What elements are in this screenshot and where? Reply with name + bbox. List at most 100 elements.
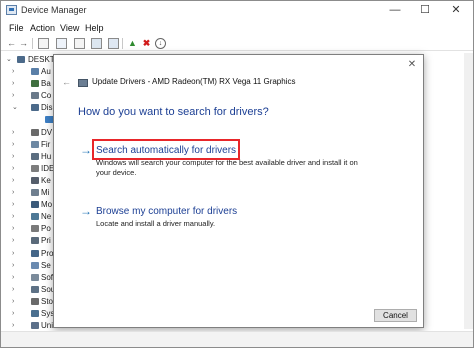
tree-item[interactable]: › Mi	[1, 187, 57, 198]
tree-item-label: Po	[41, 224, 51, 234]
tree-item[interactable]: › DV	[1, 127, 57, 138]
device-category-icon	[31, 201, 39, 209]
chevron-right-icon[interactable]: ›	[12, 199, 14, 210]
tree-item[interactable]: › Sto	[1, 296, 57, 307]
browse-computer-option[interactable]: → Browse my computer for drivers Locate …	[78, 205, 398, 231]
tree-item-label: Ne	[41, 212, 52, 222]
chevron-right-icon[interactable]: ›	[12, 127, 14, 138]
device-category-icon	[31, 164, 39, 172]
device-category-icon	[31, 152, 39, 160]
chevron-right-icon[interactable]: ›	[12, 78, 14, 89]
tree-item[interactable]: › Mo	[1, 199, 57, 210]
tree-item[interactable]: › Ne	[1, 211, 57, 222]
chevron-right-icon[interactable]: ›	[12, 187, 14, 198]
tree-item[interactable]: › IDE	[1, 163, 57, 174]
minimize-button[interactable]: —	[384, 1, 406, 21]
help-icon[interactable]	[56, 38, 67, 49]
chevron-right-icon[interactable]: ›	[12, 320, 14, 331]
tree-item[interactable]: › Se	[1, 260, 57, 271]
disable-device-icon[interactable]: ↓	[155, 38, 166, 49]
device-category-icon	[31, 189, 39, 196]
scan-hardware-icon[interactable]	[91, 38, 102, 49]
chevron-right-icon[interactable]: ›	[12, 139, 14, 150]
browse-computer-description: Locate and install a driver manually.	[96, 219, 216, 228]
chevron-right-icon[interactable]: ›	[12, 272, 14, 283]
tree-item[interactable]: › Co	[1, 90, 57, 101]
update-driver-icon[interactable]: ▲	[127, 38, 138, 49]
device-category-icon	[31, 128, 39, 136]
properties-icon[interactable]	[38, 38, 49, 49]
tree-item-label: Mo	[41, 200, 53, 210]
device-category-icon	[31, 92, 39, 100]
device-category-icon	[31, 261, 39, 269]
chevron-right-icon[interactable]: ›	[12, 163, 14, 174]
arrow-right-icon: →	[80, 204, 92, 218]
tree-item[interactable]	[1, 114, 57, 125]
uninstall-icon[interactable]: ✖	[141, 38, 152, 49]
cancel-button[interactable]: Cancel	[374, 309, 417, 322]
search-automatically-option[interactable]: → Search automatically for drivers Windo…	[78, 139, 398, 178]
tree-item[interactable]: › Ba	[1, 78, 57, 89]
chevron-right-icon[interactable]: ›	[12, 235, 14, 246]
tree-item[interactable]: › Sof	[1, 272, 57, 283]
device-category-icon	[31, 176, 39, 184]
tree-item-label: Pro	[41, 248, 54, 258]
tree-item[interactable]: › Po	[1, 223, 57, 234]
device-category-icon	[31, 297, 39, 305]
close-button[interactable]: ✕	[445, 1, 467, 21]
tree-item[interactable]: › Au	[1, 66, 57, 77]
tree-item[interactable]: › Sou	[1, 284, 57, 295]
maximize-button[interactable]: ☐	[414, 1, 436, 21]
chevron-right-icon[interactable]: ›	[12, 308, 14, 319]
forward-arrow-icon[interactable]: →	[18, 38, 29, 49]
dialog-back-button[interactable]: ←	[62, 77, 72, 87]
tree-item[interactable]: › Sys	[1, 308, 57, 319]
device-category-icon	[31, 273, 39, 281]
chevron-right-icon[interactable]: ›	[12, 175, 14, 186]
monitor-icon[interactable]	[108, 38, 119, 49]
tree-item[interactable]: › Pro	[1, 248, 57, 259]
tree-item[interactable]: › Ke	[1, 175, 57, 186]
chevron-right-icon[interactable]: ›	[12, 90, 14, 101]
tree-item-label: Uni	[41, 321, 54, 331]
tree-item-label: Ke	[41, 175, 51, 185]
chevron-right-icon[interactable]: ›	[12, 211, 14, 222]
tree-item[interactable]: › Uni	[1, 320, 57, 331]
tree-item-label: Fir	[41, 139, 51, 149]
tree-item[interactable]: › Hu	[1, 151, 57, 162]
chevron-right-icon[interactable]: ›	[12, 260, 14, 271]
tree-item-label: Sof	[41, 272, 54, 282]
computer-icon	[17, 56, 25, 63]
chevron-right-icon[interactable]: ›	[12, 223, 14, 234]
menu-file[interactable]: File	[9, 23, 24, 33]
device-category-icon	[31, 140, 39, 148]
vertical-scrollbar[interactable]	[464, 53, 473, 329]
device-category-icon	[31, 310, 39, 317]
device-category-icon	[31, 322, 39, 330]
menu-view[interactable]: View	[60, 23, 79, 33]
tree-item-label: Ba	[41, 79, 51, 89]
chevron-right-icon[interactable]: ›	[12, 151, 14, 162]
device-category-icon	[31, 237, 39, 245]
tree-item[interactable]: ⌄ Dis	[1, 102, 57, 113]
chevron-down-icon[interactable]: ⌄	[12, 102, 18, 113]
show-hidden-icon[interactable]	[74, 38, 85, 49]
chevron-right-icon[interactable]: ›	[12, 284, 14, 295]
dialog-close-button[interactable]: ✕	[404, 58, 420, 72]
dialog-question: How do you want to search for drivers?	[78, 106, 269, 118]
back-arrow-icon[interactable]: ←	[6, 38, 17, 49]
highlight-box	[92, 139, 240, 160]
chevron-right-icon[interactable]: ›	[12, 296, 14, 307]
tree-root[interactable]: ⌄ DESKTO	[1, 54, 57, 65]
device-category-icon	[31, 225, 39, 233]
chevron-right-icon[interactable]: ›	[12, 248, 14, 259]
tree-item[interactable]: › Pri	[1, 235, 57, 246]
tree-item[interactable]: › Fir	[1, 139, 57, 150]
device-category-icon	[31, 104, 39, 112]
menu-help[interactable]: Help	[85, 23, 104, 33]
browse-computer-title[interactable]: Browse my computer for drivers	[96, 206, 237, 217]
menu-action[interactable]: Action	[30, 23, 55, 33]
device-category-icon	[31, 285, 39, 293]
device-manager-window: Device Manager — ☐ ✕ File Action View He…	[0, 0, 474, 348]
chevron-right-icon[interactable]: ›	[12, 66, 14, 77]
